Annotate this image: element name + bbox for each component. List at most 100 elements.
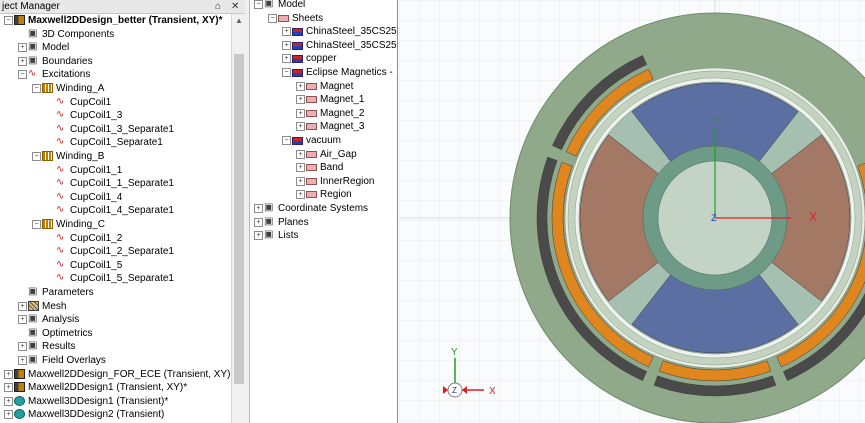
expand-icon[interactable]: + bbox=[4, 410, 13, 420]
expand-icon[interactable]: + bbox=[254, 231, 263, 241]
folder-icon: ▣ bbox=[28, 27, 38, 39]
project-tree: − Maxwell2DDesign_better (Transient, XY)*… bbox=[0, 14, 230, 423]
scrollbar-thumb[interactable] bbox=[234, 54, 244, 384]
collapse-icon[interactable]: − bbox=[282, 136, 291, 145]
coil-icon: ∿ bbox=[56, 190, 65, 202]
material-icon bbox=[292, 55, 303, 64]
project-tree-item-label: Winding_B bbox=[56, 151, 105, 162]
project-tree-item-label: Optimetrics bbox=[42, 327, 93, 339]
expand-icon[interactable]: + bbox=[18, 43, 27, 53]
folder-icon: ▣ bbox=[28, 54, 38, 66]
project-tree-item-label: Winding_A bbox=[56, 83, 105, 94]
coil-icon: ∿ bbox=[56, 272, 65, 284]
expand-icon[interactable]: + bbox=[296, 122, 305, 132]
model-tree-item-label: InnerRegion bbox=[320, 175, 375, 187]
sheet-icon bbox=[306, 177, 317, 185]
project-tree-item-label: Results bbox=[42, 341, 76, 353]
expand-icon[interactable]: + bbox=[254, 217, 263, 227]
project-tree-item-label: CupCoil1 bbox=[70, 96, 112, 108]
expand-icon[interactable]: + bbox=[4, 383, 13, 393]
collapse-icon[interactable]: − bbox=[268, 13, 277, 23]
project-tree-scrollbar[interactable]: ▲ bbox=[231, 14, 245, 423]
expand-icon[interactable]: + bbox=[282, 40, 291, 50]
collapse-icon[interactable]: − bbox=[254, 0, 263, 9]
project-tree-item-label: CupCoil1_2_Separate1 bbox=[70, 246, 174, 258]
model-tree-panel: − ▣ Model − Sheets + ChinaSteel_35CS250 + ChinaS… bbox=[250, 0, 398, 423]
model-tree-item-label: Magnet_1 bbox=[320, 94, 365, 106]
3d-design-icon bbox=[14, 395, 25, 406]
expand-icon[interactable]: + bbox=[18, 315, 27, 325]
project-tree-item-label: CupCoil1_3 bbox=[70, 110, 123, 122]
viewport-canvas[interactable]: X Y Z X Y Z bbox=[399, 0, 865, 423]
expand-icon[interactable]: + bbox=[296, 190, 305, 200]
expand-icon[interactable]: + bbox=[18, 56, 27, 66]
model-tree-item-label: Lists bbox=[278, 230, 299, 242]
coil-icon: ∿ bbox=[56, 258, 65, 270]
scroll-up-icon[interactable]: ▲ bbox=[232, 14, 245, 28]
project-tree-item-label: Analysis bbox=[42, 314, 80, 326]
expand-icon[interactable]: + bbox=[18, 356, 27, 365]
expand-icon[interactable]: + bbox=[296, 108, 305, 118]
project-tree-item-label: Winding_C bbox=[56, 219, 105, 230]
expand-icon[interactable]: + bbox=[4, 369, 13, 379]
close-icon[interactable]: ✕ bbox=[231, 0, 239, 13]
project-tree-item-label: Model bbox=[42, 42, 70, 54]
sheet-icon bbox=[306, 164, 317, 172]
3d-design-icon bbox=[14, 409, 25, 420]
project-tree-item-label: CupCoil1_4_Separate1 bbox=[70, 205, 174, 217]
collapse-icon[interactable]: − bbox=[282, 68, 291, 77]
folder-icon: ▣ bbox=[264, 229, 274, 241]
folder-icon: ▣ bbox=[28, 326, 38, 338]
winding-icon bbox=[42, 83, 53, 93]
mesh-icon bbox=[28, 300, 39, 311]
material-icon bbox=[292, 41, 303, 50]
expand-icon[interactable]: + bbox=[296, 176, 305, 186]
collapse-icon[interactable]: − bbox=[32, 220, 41, 229]
project-tree-item-label: CupCoil1_4 bbox=[70, 191, 123, 203]
model-tree-item-label: ChinaSteel_35CS250 bbox=[306, 26, 398, 38]
winding-icon bbox=[42, 219, 53, 229]
expand-icon[interactable]: + bbox=[296, 163, 305, 173]
project-tree-item-label: CupCoil1_3_Separate1 bbox=[70, 123, 174, 135]
model-tree-item-label: Planes bbox=[278, 216, 309, 228]
coil-icon: ∿ bbox=[56, 204, 65, 216]
project-tree-item-label: CupCoil1_5_Separate1 bbox=[70, 273, 174, 285]
expand-icon[interactable]: + bbox=[282, 27, 291, 37]
model-tree-item-label: Sheets bbox=[292, 12, 324, 24]
pin-icon[interactable]: ⌂ bbox=[215, 0, 221, 13]
expand-icon[interactable]: + bbox=[282, 54, 291, 64]
collapse-icon[interactable]: − bbox=[4, 16, 13, 25]
design-icon bbox=[14, 382, 25, 393]
triad-x-label: X bbox=[489, 386, 496, 397]
project-tree-item-label: CupCoil1_Separate1 bbox=[70, 137, 163, 149]
triad-y-label: Y bbox=[451, 347, 458, 358]
model-tree-item-label: Band bbox=[320, 162, 344, 174]
expand-icon[interactable]: + bbox=[296, 95, 305, 105]
expand-icon[interactable]: + bbox=[4, 396, 13, 406]
modeler-viewport[interactable]: X Y Z X Y Z bbox=[399, 0, 865, 423]
expand-icon[interactable]: + bbox=[18, 342, 27, 352]
collapse-icon[interactable]: − bbox=[32, 84, 41, 93]
x-axis-label: X bbox=[809, 210, 817, 224]
project-tree-item-label: Maxwell2DDesign_FOR_ECE (Transient, XY) bbox=[28, 368, 231, 380]
collapse-icon[interactable]: − bbox=[18, 70, 27, 80]
model-tree-item-label: Air_Gap bbox=[320, 148, 357, 160]
coil-icon: ∿ bbox=[56, 122, 65, 134]
expand-icon[interactable]: + bbox=[296, 81, 305, 91]
expand-icon[interactable]: + bbox=[296, 149, 305, 159]
expand-icon[interactable]: + bbox=[254, 204, 263, 213]
project-tree-item-label: 3D Components bbox=[42, 28, 115, 40]
coil-icon: ∿ bbox=[56, 136, 65, 148]
expand-icon[interactable]: + bbox=[18, 301, 27, 311]
project-tree-item-label: Boundaries bbox=[42, 55, 93, 67]
collapse-icon[interactable]: − bbox=[32, 152, 41, 161]
material-icon bbox=[292, 28, 303, 37]
model-tree-item-label: Region bbox=[320, 189, 352, 201]
project-manager-title: ject Manager bbox=[2, 1, 60, 12]
project-tree-item-label: Field Overlays bbox=[42, 355, 106, 366]
sheet-icon bbox=[278, 14, 289, 22]
folder-icon: ▣ bbox=[28, 340, 38, 352]
design-icon bbox=[14, 15, 25, 25]
project-tree-item-label: Maxwell3DDesign1 (Transient)* bbox=[28, 395, 169, 407]
coil-icon: ∿ bbox=[56, 245, 65, 257]
